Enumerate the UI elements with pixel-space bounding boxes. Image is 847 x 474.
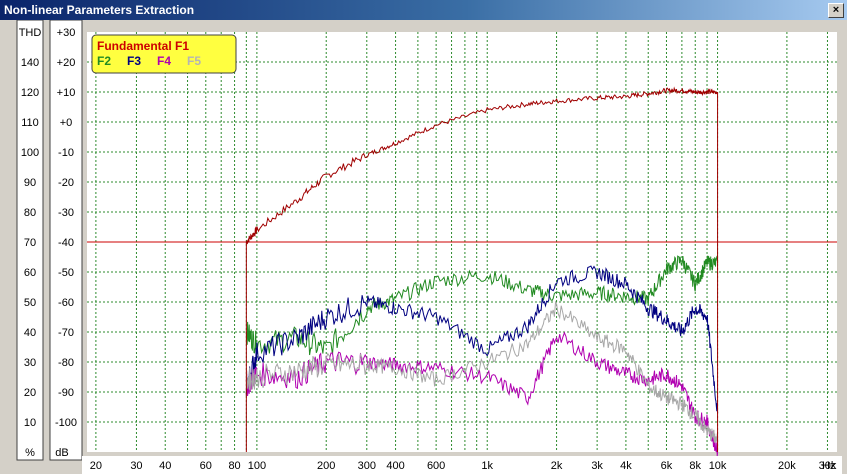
x-tick-label: 200 [317,460,335,472]
x-tick-label: 20 [90,460,102,472]
db-tick-label: +30 [57,27,76,39]
x-tick-label: 4k [620,460,632,472]
thd-tick-label: 90 [24,177,36,189]
thd-tick-label: 40 [24,327,36,339]
db-tick-label: -100 [55,417,77,429]
freq-axis-unit: Hz [822,460,835,472]
db-tick-label: -70 [58,327,74,339]
x-tick-label: 2k [551,460,563,472]
legend-f2: F2 [97,54,111,68]
thd-tick-label: 10 [24,417,36,429]
legend-f4: F4 [157,54,171,68]
x-tick-label: 30 [130,460,142,472]
db-tick-label: -40 [58,237,74,249]
window-titlebar: Non-linear Parameters Extraction × [0,0,847,20]
db-tick-label: -60 [58,297,74,309]
x-tick-label: 400 [386,460,404,472]
thd-tick-label: 100 [21,147,39,159]
x-tick-label: 60 [200,460,212,472]
x-tick-label: 10k [709,460,727,472]
x-tick-label: 300 [358,460,376,472]
db-tick-label: -30 [58,207,74,219]
thd-tick-label: 50 [24,297,36,309]
window-title: Non-linear Parameters Extraction [4,3,195,17]
x-tick-label: 3k [591,460,603,472]
legend: Fundamental F1 F2 F3 F4 F5 [91,34,237,74]
db-tick-label: -10 [58,147,74,159]
db-tick-label: +20 [57,57,76,69]
db-tick-label: -90 [58,387,74,399]
thd-tick-label: 80 [24,207,36,219]
nonlinear-chart: 20 30 40 60 80 100 200 300 400 600 1k 2k 3k 4k 6k 8k 10k… [16,20,842,474]
x-tick-label: 80 [228,460,240,472]
x-tick-label: 8k [689,460,701,472]
db-tick-label: -80 [58,357,74,369]
thd-axis-title: THD [19,27,42,39]
thd-tick-label: 110 [21,117,39,129]
thd-tick-label: 30 [24,357,36,369]
close-button[interactable]: × [828,3,844,18]
x-tick-label: 100 [248,460,266,472]
x-tick-label: 600 [427,460,445,472]
db-tick-label: -20 [58,177,74,189]
thd-axis-unit: % [25,447,35,459]
db-tick-label: -50 [58,267,74,279]
x-tick-label: 1k [481,460,493,472]
x-tick-label: 20k [778,460,796,472]
thd-tick-label: 60 [24,267,36,279]
x-tick-label: 40 [159,460,171,472]
x-tick-label: 6k [661,460,673,472]
db-tick-label: +0 [60,117,73,129]
thd-tick-label: 120 [21,87,39,99]
legend-f1: Fundamental F1 [97,39,189,53]
thd-tick-label: 70 [24,237,36,249]
thd-tick-label: 140 [21,57,39,69]
legend-f5: F5 [187,54,201,68]
db-tick-label: +10 [57,87,76,99]
db-axis-unit: dB [55,447,68,459]
freq-axis-panel [82,456,842,474]
legend-f3: F3 [127,54,141,68]
thd-tick-label: 20 [24,387,36,399]
